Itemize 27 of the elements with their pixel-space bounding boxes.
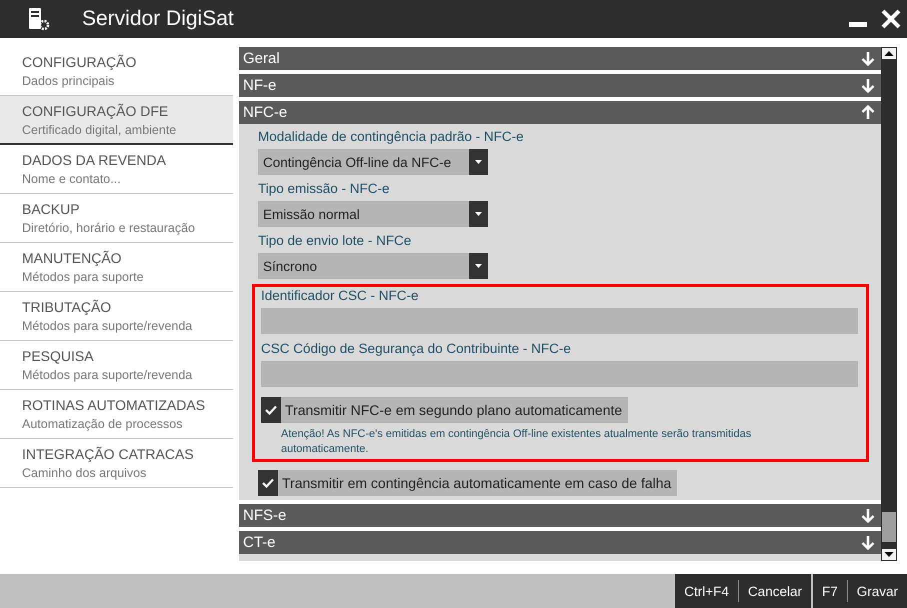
- sidebar-item[interactable]: BACKUP Diretório, horário e restauração: [0, 194, 233, 243]
- checkbox[interactable]: Transmitir em contingência automaticamente em caso de falha: [258, 470, 678, 496]
- checkbox[interactable]: Transmitir NFC-e em segundo plano automaticamente: [261, 397, 628, 423]
- sidebar-item[interactable]: CONFIGURAÇÃO DFE Certificado digital, ambiente: [0, 96, 233, 145]
- dropdown[interactable]: Síncrono: [258, 253, 488, 279]
- warning-note: Atenção! As NFC-e's emitidas em contingência Off-line existentes atualmente serão transmitidas automaticamente.: [280, 427, 752, 457]
- footer-button[interactable]: Ctrl+F4 Cancelar: [675, 574, 811, 608]
- sidebar-item[interactable]: INTEGRAÇÃO CATRACAS Caminho dos arquivos: [0, 439, 233, 488]
- section-header[interactable]: CT-e: [239, 531, 881, 554]
- section-header[interactable]: NF-e: [239, 74, 881, 97]
- section-header[interactable]: NFC-e: [239, 101, 881, 124]
- window-title: Servidor DigiSat: [82, 7, 234, 31]
- sidebar-item[interactable]: TRIBUTAÇÃO Métodos para suporte/revenda: [0, 292, 233, 341]
- section-header[interactable]: Geral: [239, 47, 881, 70]
- sidebar-item[interactable]: ROTINAS AUTOMATIZADAS Automatização de processos: [0, 390, 233, 439]
- field-label: Modalidade de contingência padrão - NFC-e: [258, 128, 524, 146]
- sidebar-item[interactable]: PESQUISA Métodos para suporte/revenda: [0, 341, 233, 390]
- sidebar-item[interactable]: DADOS DA REVENDA Nome e contato...: [0, 145, 233, 194]
- field-label: CSC Código de Segurança do Contribuinte - NFC-e: [261, 340, 571, 358]
- dropdown[interactable]: Emissão normal: [258, 201, 488, 227]
- footer-button[interactable]: F7 Gravar: [812, 574, 907, 608]
- section-header[interactable]: NFS-e: [239, 504, 881, 527]
- sidebar-item[interactable]: MANUTENÇÃO Métodos para suporte: [0, 243, 233, 292]
- field-label: Tipo emissão - NFC-e: [258, 180, 390, 198]
- field-label: Identificador CSC - NFC-e: [261, 287, 419, 305]
- field-label: Tipo de envio lote - NFCe: [258, 232, 412, 250]
- dropdown[interactable]: Contingência Off-line da NFC-e: [258, 149, 488, 175]
